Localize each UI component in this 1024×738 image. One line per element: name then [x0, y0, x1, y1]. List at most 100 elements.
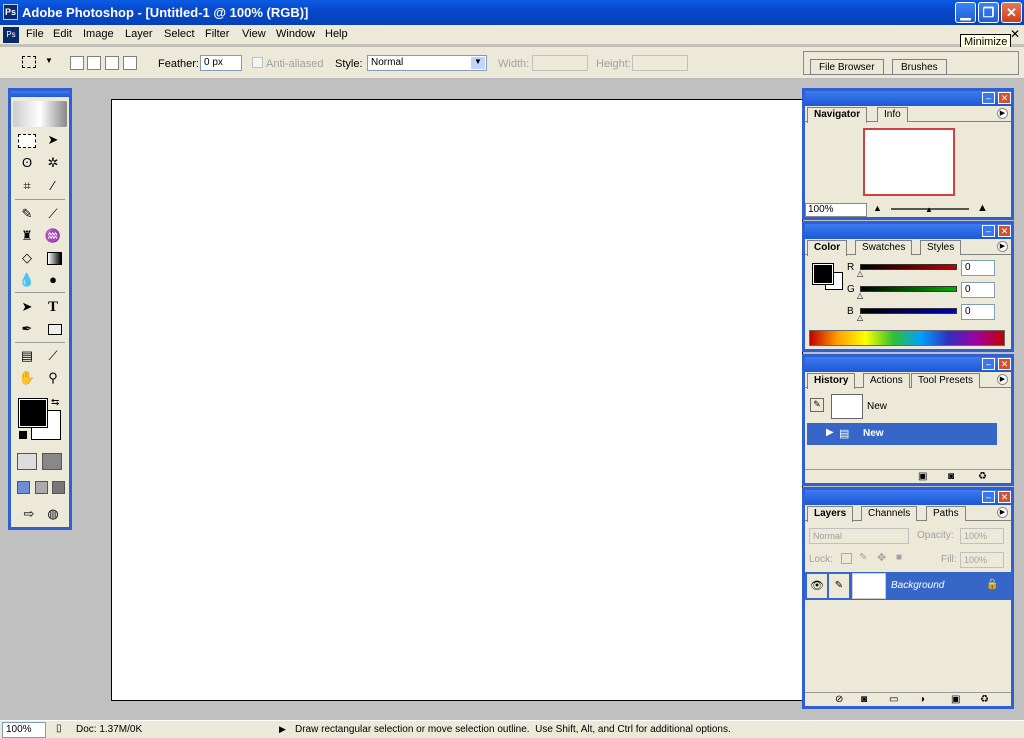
minimize-palette-icon[interactable]: – [982, 491, 995, 503]
minimize-button[interactable]: ▁ [955, 2, 976, 23]
zoom-slider-thumb[interactable]: ▲ [925, 205, 933, 214]
tab-navigator[interactable]: Navigator [807, 107, 868, 123]
menu-layer[interactable]: Layer [125, 28, 153, 40]
layer-mask-icon[interactable]: ◙ [861, 694, 867, 705]
healing-brush-tool-icon[interactable]: ✎ [17, 205, 37, 223]
color-header[interactable] [805, 224, 1011, 239]
new-snapshot-icon[interactable]: ◙ [948, 471, 954, 482]
new-selection-icon[interactable] [70, 56, 84, 70]
zoom-in-icon[interactable]: ▲ [977, 202, 988, 214]
palette-menu-icon[interactable]: ▶ [997, 374, 1008, 385]
menu-image[interactable]: Image [83, 28, 114, 40]
layer-brush-icon[interactable]: ✎ [829, 574, 849, 598]
document-canvas[interactable] [111, 99, 803, 701]
tab-color[interactable]: Color [807, 240, 848, 256]
width-input[interactable] [532, 55, 588, 71]
lock-move-icon[interactable]: ✥ [877, 551, 886, 564]
new-layer-icon[interactable]: ▣ [951, 694, 960, 705]
delete-layer-icon[interactable]: ♻ [980, 694, 989, 705]
move-tool-icon[interactable]: ➤ [43, 131, 63, 149]
status-arrow-icon[interactable]: ▶ [279, 724, 286, 735]
history-brush-tool-icon[interactable]: ♒ [43, 227, 63, 245]
tab-history[interactable]: History [807, 373, 856, 389]
intersect-selection-icon[interactable] [123, 56, 137, 70]
document-icon[interactable]: Ps [3, 27, 19, 43]
channel-b-input[interactable]: 0 [961, 304, 995, 320]
hand-tool-icon[interactable]: ✋ [17, 369, 37, 387]
channel-g-slider[interactable] [860, 286, 957, 292]
palette-menu-icon[interactable]: ▶ [997, 241, 1008, 252]
notes-tool-icon[interactable]: ▤ [17, 347, 37, 365]
tab-paths[interactable]: Paths [926, 506, 966, 521]
tab-tool-presets[interactable]: Tool Presets [911, 373, 981, 388]
palette-well-file-browser[interactable]: File Browser [810, 59, 884, 75]
palette-menu-icon[interactable]: ▶ [997, 507, 1008, 518]
crop-tool-icon[interactable]: ⌗ [17, 177, 37, 195]
eraser-tool-icon[interactable]: ◇ [17, 249, 37, 267]
color-fg-swatch[interactable] [812, 263, 834, 285]
adjustment-layer-icon[interactable]: ◑ [919, 694, 925, 705]
close-palette-icon[interactable]: ✕ [998, 491, 1011, 503]
slice-tool-icon[interactable]: ⁄ [43, 177, 63, 195]
default-colors-icon[interactable] [19, 431, 27, 439]
minimize-palette-icon[interactable]: – [982, 92, 995, 104]
status-info-icon[interactable]: ▯ [56, 723, 62, 734]
photoshop-app-icon[interactable]: Ps [3, 4, 18, 20]
standard-mode-icon[interactable] [17, 453, 37, 470]
foreground-color-swatch[interactable] [18, 398, 48, 428]
close-button[interactable]: ✕ [1001, 2, 1022, 23]
brush-tool-icon[interactable]: ⟋ [43, 205, 63, 223]
color-ramp[interactable] [809, 330, 1005, 346]
tab-layers[interactable]: Layers [807, 506, 854, 522]
lasso-tool-icon[interactable]: ʘ [17, 154, 37, 172]
fullscreen-mode-icon[interactable] [52, 481, 65, 494]
menu-edit[interactable]: Edit [53, 28, 72, 40]
antialias-checkbox[interactable] [252, 57, 263, 68]
fill-input[interactable]: 100% [960, 552, 1004, 568]
zoom-out-icon[interactable]: ▲ [873, 203, 882, 213]
menu-view[interactable]: View [242, 28, 266, 40]
channel-g-input[interactable]: 0 [961, 282, 995, 298]
doc-close-icon[interactable]: ✕ [1010, 27, 1020, 41]
magic-wand-tool-icon[interactable]: ✲ [43, 154, 63, 172]
gradient-tool-icon[interactable] [47, 252, 62, 265]
add-selection-icon[interactable] [87, 56, 101, 70]
blend-mode-select[interactable]: Normal [809, 528, 909, 544]
navigator-zoom-input[interactable]: 100% [805, 203, 867, 217]
history-header[interactable] [805, 357, 1011, 372]
channel-b-slider[interactable] [860, 308, 957, 314]
path-selection-tool-icon[interactable]: ➤ [17, 298, 37, 316]
channel-r-slider[interactable] [860, 264, 957, 270]
menu-select[interactable]: Select [164, 28, 195, 40]
rectangle-tool-icon[interactable] [48, 324, 62, 335]
pen-tool-icon[interactable]: ✒ [17, 320, 37, 338]
status-zoom-input[interactable]: 100% [2, 722, 46, 738]
close-palette-icon[interactable]: ✕ [998, 225, 1011, 237]
new-group-icon[interactable]: ▭ [889, 694, 898, 705]
jump-to-imageready-icon[interactable]: ⇨ [19, 505, 39, 523]
preset-dropdown-icon[interactable]: ▼ [45, 56, 53, 65]
tab-swatches[interactable]: Swatches [855, 240, 913, 255]
layer-style-icon[interactable]: ⊘ [835, 694, 843, 705]
fullscreen-menu-mode-icon[interactable] [35, 481, 48, 494]
menu-file[interactable]: File [26, 28, 44, 40]
history-snapshot-row[interactable]: ✎ New [807, 393, 997, 421]
navigator-header[interactable] [805, 91, 1011, 106]
opacity-input[interactable]: 100% [960, 528, 1004, 544]
photoshop-logo-icon[interactable] [13, 101, 67, 127]
layer-row-background[interactable]: 👁 ✎ Background 🔒 [805, 572, 1011, 600]
tab-channels[interactable]: Channels [861, 506, 918, 521]
close-palette-icon[interactable]: ✕ [998, 92, 1011, 104]
zoom-tool-icon[interactable]: ⚲ [43, 369, 63, 387]
dodge-tool-icon[interactable]: ● [43, 271, 63, 289]
toolbox-header[interactable] [11, 91, 69, 97]
marquee-tool-preset-icon[interactable] [22, 56, 36, 68]
type-tool-icon[interactable]: T [43, 298, 63, 316]
rect-marquee-tool-icon[interactable] [18, 134, 36, 148]
eyedropper-tool-icon[interactable]: ⟋ [43, 347, 63, 365]
minimize-palette-icon[interactable]: – [982, 225, 995, 237]
channel-r-input[interactable]: 0 [961, 260, 995, 276]
minimize-palette-icon[interactable]: – [982, 358, 995, 370]
layers-header[interactable] [805, 490, 1011, 505]
restore-button[interactable]: ❐ [978, 2, 999, 23]
